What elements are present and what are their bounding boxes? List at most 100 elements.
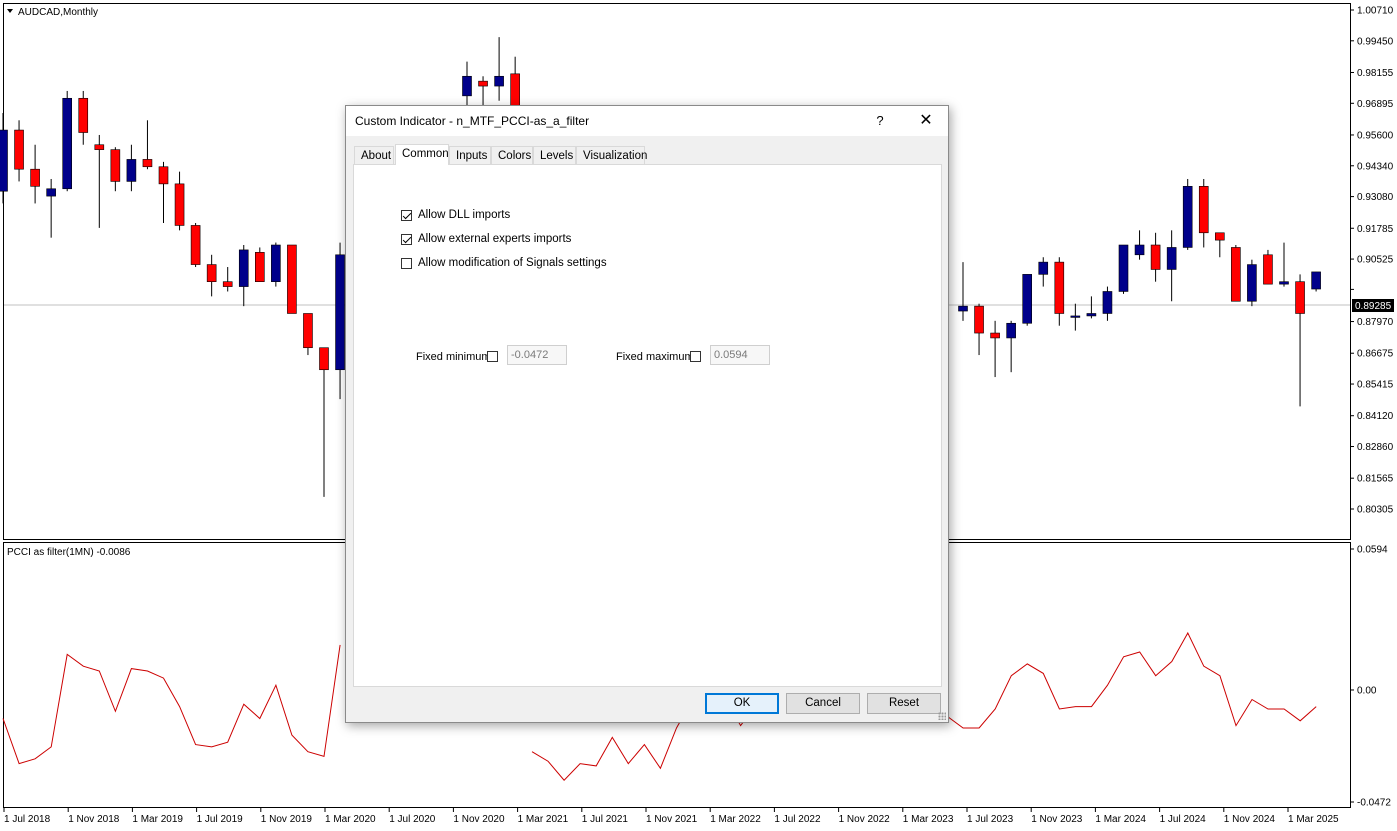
tab-colors[interactable]: Colors <box>491 146 533 164</box>
bear-candle <box>222 281 233 287</box>
bear-candle <box>303 313 313 349</box>
time-axis-label: 1 Mar 2024 <box>1095 814 1146 825</box>
bear-candle <box>990 332 1000 339</box>
fixed-maximum-input[interactable] <box>710 345 770 365</box>
time-axis-label: 1 Mar 2020 <box>325 814 376 825</box>
allow-external-experts-checkbox[interactable] <box>401 234 412 245</box>
bear-candle <box>255 252 265 282</box>
price-axis-label: 0.90525 <box>1357 255 1394 266</box>
ok-button[interactable]: OK <box>705 693 779 714</box>
bear-candle <box>158 166 169 185</box>
bull-candle <box>1038 261 1049 275</box>
price-axis-label: 0.82860 <box>1357 442 1394 453</box>
time-axis-label: 1 Mar 2025 <box>1288 814 1339 825</box>
tab-about[interactable]: About <box>354 146 394 164</box>
help-button[interactable]: ? <box>858 106 902 136</box>
bull-candle <box>1247 264 1257 302</box>
bull-candle <box>0 129 8 192</box>
bull-candle <box>1166 247 1177 270</box>
time-axis-label: 1 Jul 2024 <box>1160 814 1207 825</box>
price-axis-label: 1.00710 <box>1357 6 1394 17</box>
bull-candle <box>1022 274 1033 324</box>
bear-candle <box>510 73 520 106</box>
bear-candle <box>206 264 217 282</box>
fixed-minimum-label: Fixed minimum <box>416 351 491 363</box>
bull-candle <box>1086 313 1097 317</box>
fixed-minimum-checkbox[interactable] <box>487 351 498 362</box>
indicator-axis-label: 0.0594 <box>1357 545 1388 556</box>
price-axis-label: 0.85415 <box>1357 380 1394 391</box>
time-axis-label: 1 Mar 2019 <box>132 814 183 825</box>
bull-candle <box>1118 244 1129 292</box>
bear-candle <box>1295 281 1305 314</box>
time-axis-label: 1 Nov 2022 <box>839 814 891 825</box>
price-axis-label: 0.91785 <box>1357 224 1394 235</box>
fixed-minimum-input[interactable] <box>507 345 567 365</box>
bear-candle <box>1263 254 1273 285</box>
allow-external-experts-label: Allow external experts imports <box>418 233 572 245</box>
bull-candle <box>1006 322 1016 339</box>
bull-candle <box>1279 281 1289 285</box>
resize-grip-icon[interactable] <box>938 712 946 720</box>
price-axis-label: 0.84120 <box>1357 411 1394 422</box>
indicator-axis-label: -0.0472 <box>1357 798 1391 809</box>
bear-candle <box>1215 232 1225 241</box>
time-axis-label: 1 Nov 2024 <box>1224 814 1276 825</box>
time-axis-label: 1 Jul 2022 <box>774 814 821 825</box>
price-axis-label: 0.81565 <box>1357 474 1394 485</box>
bear-candle <box>174 183 185 226</box>
symbol-label: AUDCAD,Monthly <box>18 7 98 18</box>
time-axis-label: 1 Nov 2021 <box>646 814 698 825</box>
cancel-button[interactable]: Cancel <box>786 693 860 714</box>
bear-candle <box>478 80 488 87</box>
bear-candle <box>190 225 201 265</box>
tab-inputs[interactable]: Inputs <box>449 146 491 164</box>
bear-candle <box>1231 247 1241 302</box>
price-axis-label: 0.87970 <box>1357 317 1394 328</box>
bear-candle <box>30 168 40 187</box>
allow-signals-modification-checkbox[interactable] <box>401 258 412 269</box>
dialog-titlebar[interactable]: Custom Indicator - n_MTF_PCCI-as_a_filte… <box>346 106 948 136</box>
fixed-maximum-label: Fixed maximum <box>616 351 694 363</box>
tab-common[interactable]: Common <box>395 144 449 165</box>
bear-candle <box>14 129 24 170</box>
bull-candle <box>1182 186 1193 248</box>
allow-dll-imports-checkbox[interactable] <box>401 210 412 221</box>
close-icon[interactable]: ✕ <box>904 106 948 136</box>
bull-candle <box>958 305 968 312</box>
tab-visualization[interactable]: Visualization <box>576 146 647 164</box>
time-axis-label: 1 Jul 2018 <box>4 814 51 825</box>
price-axis-label: 0.93080 <box>1357 192 1394 203</box>
time-axis-label: 1 Jul 2019 <box>197 814 244 825</box>
fixed-maximum-checkbox[interactable] <box>690 351 701 362</box>
time-axis-label: 1 Mar 2022 <box>710 814 761 825</box>
time-axis-label: 1 Jul 2020 <box>389 814 436 825</box>
bear-candle <box>974 305 984 334</box>
tab-levels[interactable]: Levels <box>533 146 576 164</box>
price-axis-label: 0.94340 <box>1357 161 1394 172</box>
bear-candle <box>78 97 89 133</box>
bull-candle <box>1070 315 1081 318</box>
common-tab-panel: Allow DLL imports Allow external experts… <box>353 164 942 687</box>
bear-candle <box>142 159 153 168</box>
time-axis-label: 1 Nov 2023 <box>1031 814 1083 825</box>
indicator-axis-label: 0.00 <box>1357 685 1377 696</box>
time-axis-label: 1 Mar 2023 <box>903 814 954 825</box>
bull-candle <box>238 249 249 287</box>
allow-signals-modification-label: Allow modification of Signals settings <box>418 257 607 269</box>
custom-indicator-dialog: Custom Indicator - n_MTF_PCCI-as_a_filte… <box>345 105 949 723</box>
reset-button[interactable]: Reset <box>867 693 941 714</box>
time-axis-label: 1 Nov 2020 <box>453 814 505 825</box>
bull-candle <box>62 97 73 190</box>
bear-candle <box>110 149 121 182</box>
price-axis-label: 0.99450 <box>1357 36 1394 47</box>
indicator-label: PCCI as filter(1MN) -0.0086 <box>7 547 131 558</box>
price-axis-label: 0.96895 <box>1357 99 1394 110</box>
bull-candle <box>1102 291 1113 314</box>
bull-candle <box>462 75 472 97</box>
bull-candle <box>1134 244 1145 256</box>
bear-candle <box>1198 186 1209 234</box>
price-axis-label: 0.95600 <box>1357 130 1394 141</box>
price-axis-label: 0.98155 <box>1357 68 1394 79</box>
time-axis-label: 1 Jul 2021 <box>582 814 629 825</box>
